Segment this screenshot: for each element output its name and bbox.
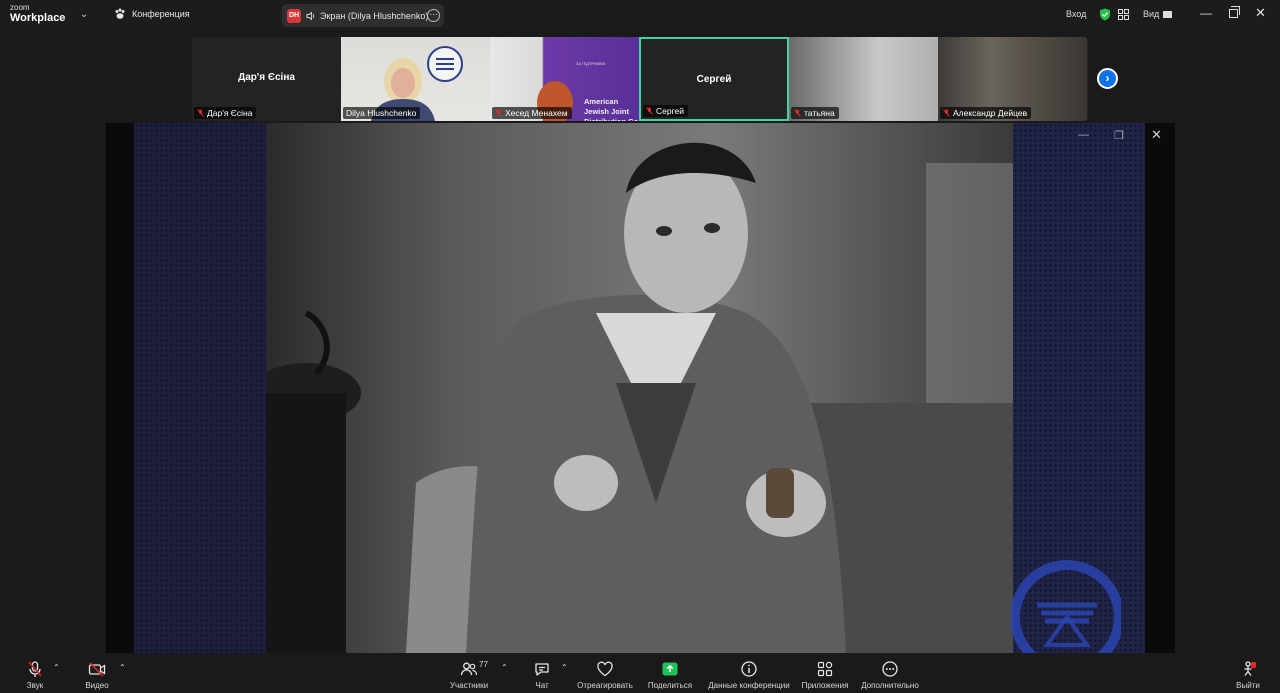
video-label: Видео bbox=[85, 681, 109, 690]
meeting-toolbar: Звук ⌃ Видео ⌃ Участники 77 ⌃ Чат ⌃ Отре… bbox=[0, 655, 1280, 693]
apps-button[interactable]: Приложения bbox=[800, 655, 850, 693]
conference-tab[interactable]: Конференция bbox=[114, 8, 190, 20]
leave-icon bbox=[1244, 661, 1256, 676]
react-button[interactable]: Отреагировать bbox=[576, 655, 634, 693]
chat-icon bbox=[535, 663, 549, 676]
participant-strip: Дар'я Єсіна Дар'я Єсіна Dilya Hlushchenk… bbox=[192, 37, 1088, 121]
meeting-info-button[interactable]: Данные конференции bbox=[707, 655, 791, 693]
heart-icon bbox=[597, 661, 613, 677]
pattern-panel-left bbox=[134, 123, 266, 653]
participant-name: Dilya Hlushchenko bbox=[346, 108, 417, 118]
participant-tile[interactable]: татьяна bbox=[789, 37, 938, 121]
mic-muted-icon bbox=[495, 109, 502, 117]
signin-link[interactable]: Вход bbox=[1066, 9, 1086, 19]
gallery-grid-icon[interactable] bbox=[1118, 9, 1129, 20]
chat-button[interactable]: Чат bbox=[532, 655, 552, 693]
participant-tile[interactable]: Дар'я Єсіна Дар'я Єсіна bbox=[192, 37, 341, 121]
shield-check-icon[interactable] bbox=[1099, 8, 1111, 21]
speaker-icon bbox=[306, 11, 315, 20]
view-button[interactable]: Вид bbox=[1143, 9, 1173, 19]
shared-photo bbox=[266, 123, 1013, 653]
participant-tile[interactable]: Александр Дейцев bbox=[938, 37, 1087, 121]
paw-icon bbox=[115, 8, 125, 19]
more-options-icon[interactable]: ⋯ bbox=[427, 9, 440, 22]
info-icon bbox=[741, 661, 757, 677]
share-button[interactable]: Поделиться bbox=[647, 655, 693, 693]
conference-label: Конференция bbox=[132, 9, 190, 19]
participant-name: Дар'я Єсіна bbox=[207, 108, 253, 118]
man-photo-illustration bbox=[266, 123, 1013, 653]
mic-muted-icon bbox=[28, 661, 42, 677]
participant-big-name: Сергей bbox=[696, 74, 732, 85]
more-label: Дополнительно bbox=[861, 681, 919, 690]
share-label: Поделиться bbox=[647, 681, 693, 690]
chat-label: Чат bbox=[535, 681, 549, 690]
participant-tile-active[interactable]: Сергей Сергей bbox=[639, 37, 789, 121]
screen-tab-label: Экран (Dilya Hlushchenko) bbox=[320, 10, 429, 21]
presenter-avatar: DH bbox=[287, 8, 301, 23]
meeting-info-label: Данные конференции bbox=[708, 681, 790, 690]
react-label: Отреагировать bbox=[577, 681, 633, 690]
minimize-icon[interactable]: — bbox=[1200, 6, 1212, 20]
organization-seal-logo bbox=[1011, 560, 1121, 653]
participant-tile[interactable]: Dilya Hlushchenko bbox=[341, 37, 490, 121]
participant-name: Хесед Менахем bbox=[505, 108, 568, 118]
participants-icon bbox=[460, 662, 478, 676]
share-close-icon[interactable]: ✕ bbox=[1151, 127, 1162, 143]
mic-muted-icon bbox=[794, 109, 801, 117]
video-button[interactable]: Видео bbox=[84, 655, 110, 693]
leave-button[interactable]: Выйти bbox=[1235, 655, 1261, 693]
share-restore-icon[interactable]: ❐ bbox=[1114, 129, 1124, 142]
participant-tile[interactable]: ЗА ПІДТРИМКИ American Jewish Joint Distr… bbox=[490, 37, 639, 121]
participant-name: Сергей bbox=[656, 106, 684, 116]
logo-bottom-text: Workplace bbox=[10, 12, 66, 24]
zoom-window: zoom Workplace ⌄ Конференция DH Экран (D… bbox=[0, 0, 1280, 693]
participant-name-tag: Dilya Hlushchenko bbox=[343, 107, 421, 119]
audio-button[interactable]: Звук bbox=[24, 655, 46, 693]
participant-name-tag: Сергей bbox=[643, 105, 688, 117]
participant-name: татьяна bbox=[804, 108, 835, 118]
audio-label: Звук bbox=[26, 681, 44, 690]
mic-muted-icon bbox=[197, 109, 204, 117]
zoom-logo[interactable]: zoom Workplace bbox=[10, 4, 65, 24]
chat-options-caret-icon[interactable]: ⌃ bbox=[561, 663, 568, 672]
leave-label: Выйти bbox=[1236, 681, 1260, 690]
maximize-icon[interactable] bbox=[1229, 6, 1240, 18]
apps-label: Приложения bbox=[801, 681, 849, 690]
view-label: Вид bbox=[1143, 9, 1160, 19]
participant-name: Александр Дейцев bbox=[953, 108, 1028, 118]
video-off-icon bbox=[88, 662, 106, 677]
participants-options-caret-icon[interactable]: ⌃ bbox=[501, 663, 508, 672]
mic-muted-icon bbox=[646, 107, 653, 115]
next-page-arrow-icon[interactable]: › bbox=[1097, 68, 1118, 89]
participant-name-tag: татьяна bbox=[791, 107, 839, 119]
share-screen-icon bbox=[662, 662, 678, 676]
more-button[interactable]: Дополнительно bbox=[860, 655, 920, 693]
logo-top-text: zoom bbox=[10, 3, 30, 12]
close-icon[interactable]: ✕ bbox=[1255, 5, 1266, 21]
more-dots-icon bbox=[882, 661, 898, 677]
title-bar: zoom Workplace ⌄ Конференция DH Экран (D… bbox=[0, 0, 1280, 30]
audio-options-caret-icon[interactable]: ⌃ bbox=[53, 663, 60, 672]
participant-big-name: Дар'я Єсіна bbox=[238, 72, 295, 83]
screen-share-tab[interactable]: DH Экран (Dilya Hlushchenko) ⋯ bbox=[282, 4, 444, 27]
participant-name-tag: Дар'я Єсіна bbox=[194, 107, 257, 119]
share-minimize-icon[interactable]: — bbox=[1078, 129, 1089, 141]
banner-text: American Jewish Joint Distribution Co bbox=[584, 97, 638, 121]
mic-muted-icon bbox=[943, 109, 950, 117]
apps-icon bbox=[817, 661, 833, 677]
participants-label: Участники bbox=[449, 681, 489, 690]
chevron-down-icon[interactable]: ⌄ bbox=[80, 9, 88, 20]
banner-top-text: ЗА ПІДТРИМКИ bbox=[576, 61, 606, 66]
view-layout-icon bbox=[1163, 10, 1173, 18]
participant-name-tag: Хесед Менахем bbox=[492, 107, 572, 119]
participants-count-badge: 77 bbox=[479, 660, 488, 669]
video-options-caret-icon[interactable]: ⌃ bbox=[119, 663, 126, 672]
participant-name-tag: Александр Дейцев bbox=[940, 107, 1032, 119]
